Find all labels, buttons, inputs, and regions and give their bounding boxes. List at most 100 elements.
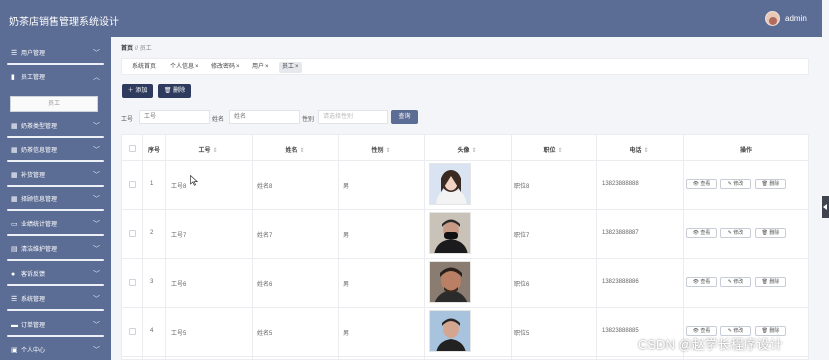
sort-icon[interactable]: ⇕ <box>299 148 304 154</box>
sort-icon[interactable]: ⇕ <box>557 148 562 154</box>
breadcrumb-separator: // <box>134 46 139 52</box>
filter-name-input[interactable] <box>229 110 300 124</box>
menu-divider <box>7 185 104 187</box>
column-header-photo[interactable]: 头像 ⇕ <box>457 145 476 154</box>
column-header-name[interactable]: 姓名 ⇕ <box>285 145 304 154</box>
tab-0[interactable]: 系统首页 <box>129 62 159 73</box>
chevron-down-icon[interactable]: ﹀ <box>93 271 100 279</box>
sidebar-item[interactable]: ▦ 奶茶信息管理 ﹀ <box>0 139 111 163</box>
tab-1[interactable]: 个人信息× <box>167 62 202 73</box>
chevron-down-icon[interactable]: ﹀ <box>93 147 100 155</box>
username-label[interactable]: admin <box>785 14 807 23</box>
sidebar-item[interactable]: ☰ 系统管理 ﹀ <box>0 288 111 312</box>
column-header-label: 电话 <box>629 148 642 154</box>
tab-label: 用户 <box>252 64 265 70</box>
sidebar-item-label: 补货管理 <box>21 173 46 179</box>
sidebar-item[interactable]: ▣ 个人中心 ﹀ <box>0 339 111 360</box>
column-header-gender[interactable]: 性别 ⇕ <box>371 145 390 154</box>
sidebar-item[interactable]: ▤ 清洁维护管理 ﹀ <box>0 238 111 262</box>
add-button[interactable]: ＋ 添加 <box>122 84 153 98</box>
filter-gender-select[interactable]: 请选择性别 <box>318 110 388 124</box>
filter-id-input[interactable] <box>139 110 210 124</box>
cell-phone: 13823888886 <box>602 279 639 285</box>
tab-label: 修改密码 <box>211 64 236 70</box>
sidebar-item-label: 员工管理 <box>21 75 46 81</box>
batch-delete-button[interactable]: 🗑 删除 <box>158 84 191 98</box>
delete-button[interactable]: 🗑 删除 <box>755 277 786 287</box>
chevron-down-icon[interactable]: ﹀ <box>93 196 100 204</box>
column-header-phone[interactable]: 电话 ⇕ <box>629 145 648 154</box>
sort-icon[interactable]: ⇕ <box>643 148 648 154</box>
close-icon[interactable]: × <box>236 64 240 70</box>
view-button[interactable]: 👁 查看 <box>686 179 717 189</box>
close-icon[interactable]: × <box>195 64 199 70</box>
search-button[interactable]: 查询 <box>391 110 418 124</box>
sidebar-item[interactable]: ▦ 择顾信息管理 ﹀ <box>0 188 111 212</box>
cell-id: 工号7 <box>171 233 187 239</box>
sidebar-item-label: 清洁维护管理 <box>21 247 58 253</box>
edit-button[interactable]: ✎ 修改 <box>720 228 751 238</box>
cell-name: 姓名5 <box>257 331 273 337</box>
sidebar-item[interactable]: ▦ 奶茶类型管理 ﹀ <box>0 115 111 139</box>
column-header-index: 序号 <box>148 145 160 154</box>
chevron-down-icon[interactable]: ﹀ <box>93 296 100 304</box>
view-button[interactable]: 👁 查看 <box>686 277 717 287</box>
breadcrumb-home[interactable]: 首页 <box>121 46 133 52</box>
table-row[interactable]: 2 工号7 姓名7 男 职位7 13823888887 👁 查看 ✎ 修改 🗑 删除 <box>122 209 808 258</box>
table-row[interactable]: 3 工号6 姓名6 男 职位6 13823888886 👁 查看 ✎ 修改 🗑 删除 <box>122 258 808 307</box>
menu-divider <box>7 234 104 236</box>
table-row[interactable]: 1 工号8 姓名8 男 职位8 13823888888 👁 查看 ✎ 修改 🗑 删除 <box>122 160 808 209</box>
sidebar-item[interactable]: ▬ 订单管理 ﹀ <box>0 314 111 338</box>
cell-index: 1 <box>150 181 154 187</box>
column-header-position[interactable]: 职位 ⇕ <box>543 145 562 154</box>
filter-gender-label: 性别 <box>302 117 315 123</box>
sidebar-item[interactable]: ● 客诉反馈 ﹀ <box>0 263 111 287</box>
row-checkbox[interactable] <box>129 279 136 286</box>
column-header-id[interactable]: 工号 ⇕ <box>198 145 217 154</box>
sidebar-item-label: 奶茶信息管理 <box>21 148 58 154</box>
chevron-down-icon[interactable]: ﹀ <box>93 246 100 254</box>
sort-icon[interactable]: ⇕ <box>471 148 476 154</box>
row-checkbox[interactable] <box>129 328 136 335</box>
side-panel-toggle[interactable] <box>822 196 829 218</box>
chevron-down-icon[interactable]: ﹀ <box>93 50 100 58</box>
view-button[interactable]: 👁 查看 <box>686 228 717 238</box>
delete-button[interactable]: 🗑 删除 <box>755 228 786 238</box>
user-icon: ● <box>11 271 16 278</box>
sort-icon[interactable]: ⇕ <box>385 148 390 154</box>
cell-phone: 13823888887 <box>602 230 639 236</box>
top-header: 奶茶店销售管理系统设计 admin <box>0 0 822 37</box>
chevron-down-icon[interactable]: ﹀ <box>93 322 100 330</box>
select-all-checkbox[interactable] <box>129 145 136 152</box>
list-icon: ☰ <box>11 296 18 303</box>
delete-button[interactable]: 🗑 删除 <box>755 179 786 189</box>
chevron-down-icon[interactable]: ﹀ <box>93 347 100 355</box>
sidebar-item[interactable]: ☰ 用户管理 ﹀ <box>0 42 111 66</box>
chevron-down-icon[interactable]: ﹀ <box>93 123 100 131</box>
tab-3[interactable]: 用户× <box>249 62 272 73</box>
close-icon[interactable]: × <box>295 64 299 70</box>
sidebar-item[interactable]: ▦ 补货管理 ﹀ <box>0 164 111 188</box>
cell-phone: 13823888885 <box>602 328 639 334</box>
tab-label: 个人信息 <box>170 64 195 70</box>
sort-icon[interactable]: ⇕ <box>212 148 217 154</box>
close-icon[interactable]: × <box>265 64 269 70</box>
chevron-down-icon[interactable]: ﹀ <box>93 221 100 229</box>
tab-2[interactable]: 修改密码× <box>208 62 243 73</box>
sidebar-item[interactable]: ▭ 业绩统计管理 ﹀ <box>0 213 111 237</box>
row-checkbox[interactable] <box>129 181 136 188</box>
user-avatar[interactable] <box>765 11 780 26</box>
edit-button[interactable]: ✎ 修改 <box>720 179 751 189</box>
cell-gender: 男 <box>343 233 350 239</box>
employee-photo <box>429 310 471 352</box>
chevron-up-icon[interactable]: ︿ <box>93 74 100 82</box>
sidebar-item-label: 业绩统计管理 <box>21 222 58 228</box>
cell-gender: 男 <box>343 282 350 288</box>
chevron-down-icon[interactable]: ﹀ <box>93 172 100 180</box>
row-checkbox[interactable] <box>129 230 136 237</box>
edit-button[interactable]: ✎ 修改 <box>720 277 751 287</box>
tab-4[interactable]: 员工× <box>279 62 302 73</box>
sidebar-item-label: 择顾信息管理 <box>21 197 58 203</box>
sidebar-subitem-employee[interactable]: 员工 <box>10 96 98 112</box>
sidebar-item[interactable]: ▮ 员工管理 ︿ <box>0 66 111 90</box>
